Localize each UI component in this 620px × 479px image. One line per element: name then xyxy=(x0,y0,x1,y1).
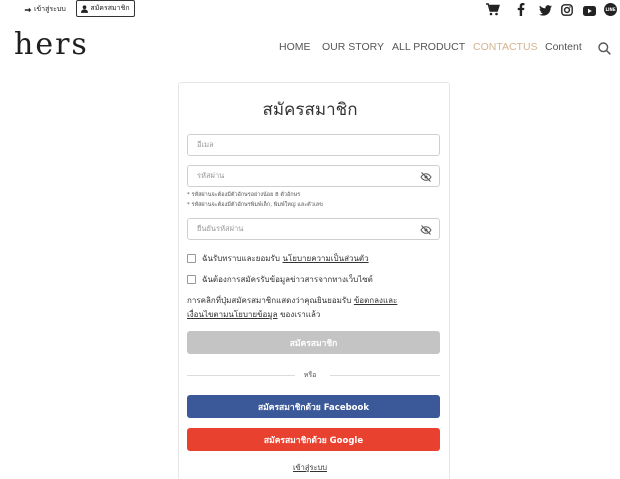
cart-icon[interactable] xyxy=(486,1,500,20)
password-field[interactable]: รหัสผ่าน xyxy=(187,165,440,187)
register-button-label: สมัครสมาชิก xyxy=(90,4,130,12)
nav-content[interactable]: Content xyxy=(545,41,582,53)
password-hint-chars: * รหัสผ่านจะต้องมีตัวอักษรพิมพ์เล็ก, พิม… xyxy=(187,202,323,208)
line-icon[interactable]: LINE xyxy=(604,1,617,20)
login-link-label: เข้าสู่ระบบ xyxy=(34,5,66,13)
terms-link-2[interactable]: เงื่อนไขตามนโยบายข้อมูล xyxy=(187,310,278,319)
google-register-button[interactable]: สมัครสมาชิกด้วย Google xyxy=(187,428,440,451)
login-icon xyxy=(24,7,32,12)
facebook-icon[interactable] xyxy=(517,1,525,20)
newsletter-row: ฉันต้องการสมัครรับข้อมูลข่าวสารจากทางเว็… xyxy=(187,273,373,286)
page-title: สมัครสมาชิก xyxy=(262,100,358,120)
password-hint-length: * รหัสผ่านจะต้องมีตัวอักษรอย่างน้อย 8 ตั… xyxy=(187,192,301,198)
email-field[interactable]: อีเมล xyxy=(187,134,440,156)
main-nav: HOME OUR STORY ALL PRODUCT CONTACTUS Con… xyxy=(0,41,620,55)
search-icon[interactable] xyxy=(598,40,611,59)
confirm-password-placeholder: ยืนยันรหัสผ่าน xyxy=(197,224,244,233)
facebook-register-button[interactable]: สมัครสมาชิกด้วย Facebook xyxy=(187,395,440,418)
eye-off-icon[interactable] xyxy=(420,171,432,183)
instagram-icon[interactable] xyxy=(561,1,573,20)
terms-text: การคลิกที่ปุ่มสมัครสมาชิกแสดงว่าคุณยินยอ… xyxy=(187,294,442,322)
user-icon xyxy=(81,4,89,13)
password-placeholder: รหัสผ่าน xyxy=(197,171,225,180)
nav-all-product[interactable]: ALL PRODUCT xyxy=(392,41,465,53)
email-placeholder: อีเมล xyxy=(197,140,214,149)
or-separator: หรือ xyxy=(303,371,317,379)
privacy-text: ฉันรับทราบและยอมรับ นโยบายความเป็นส่วนตั… xyxy=(202,252,369,265)
submit-register-button[interactable]: สมัครสมาชิก xyxy=(187,331,440,354)
divider-right xyxy=(330,375,440,376)
nav-our-story[interactable]: OUR STORY xyxy=(322,41,384,53)
confirm-password-field[interactable]: ยืนยันรหัสผ่าน xyxy=(187,218,440,240)
privacy-checkbox[interactable] xyxy=(187,254,196,263)
register-button[interactable]: สมัครสมาชิก xyxy=(76,0,135,17)
twitter-icon[interactable] xyxy=(539,1,552,20)
privacy-consent-row: ฉันรับทราบและยอมรับ นโยบายความเป็นส่วนตั… xyxy=(187,252,369,265)
svg-text:LINE: LINE xyxy=(605,7,615,12)
top-bar: เข้าสู่ระบบ สมัครสมาชิก LINE xyxy=(0,0,620,18)
nav-contactus[interactable]: CONTACTUS xyxy=(473,41,538,53)
terms-link-1[interactable]: ข้อตกลงและ xyxy=(354,296,397,305)
newsletter-checkbox[interactable] xyxy=(187,275,196,284)
youtube-icon[interactable] xyxy=(583,1,596,20)
terms-suffix: ของเราแล้ว xyxy=(280,310,321,319)
bottom-login-link[interactable]: เข้าสู่ระบบ xyxy=(0,462,620,474)
terms-prefix: การคลิกที่ปุ่มสมัครสมาชิกแสดงว่าคุณยินยอ… xyxy=(187,296,352,305)
newsletter-label: ฉันต้องการสมัครรับข้อมูลข่าวสารจากทางเว็… xyxy=(202,275,373,284)
eye-off-icon[interactable] xyxy=(420,224,432,236)
nav-home[interactable]: HOME xyxy=(279,41,311,53)
privacy-policy-link[interactable]: นโยบายความเป็นส่วนตัว xyxy=(282,254,368,263)
privacy-prefix: ฉันรับทราบและยอมรับ xyxy=(202,254,280,263)
login-link[interactable]: เข้าสู่ระบบ xyxy=(24,4,66,15)
